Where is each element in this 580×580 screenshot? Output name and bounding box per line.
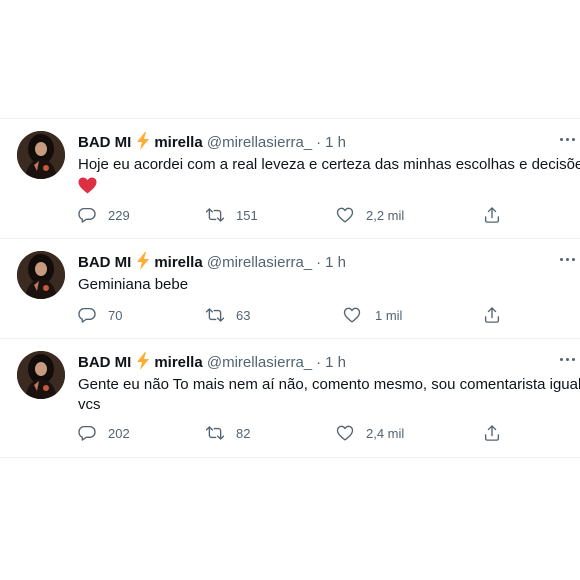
retweet-count: 63 xyxy=(236,307,251,323)
like-button[interactable]: 2,4 mil xyxy=(336,423,404,443)
like-count: 2,4 mil xyxy=(366,425,405,441)
tweet-actions: 229 151 2,2 mil xyxy=(78,205,580,225)
like-count: 2,2 mil xyxy=(366,207,405,223)
like-icon xyxy=(343,307,361,323)
separator-dot: · xyxy=(316,354,322,371)
retweet-button[interactable]: 63 xyxy=(206,305,250,325)
display-name[interactable]: BAD MI xyxy=(78,254,131,271)
tweet-text-line: Geminiana bebe xyxy=(78,276,189,293)
reply-button[interactable]: 229 xyxy=(78,205,130,225)
tweet[interactable]: BAD MI mirella @mirellasierra_ · 1 h Gente … xyxy=(0,339,580,458)
tweet-text: Gente eu não To mais nem aí não, comento… xyxy=(78,375,580,415)
reply-icon xyxy=(78,307,96,323)
tweet[interactable]: BAD MI mirella @mirellasierra_ · 1 h Gemini… xyxy=(0,239,580,339)
retweet-icon xyxy=(206,308,224,322)
reply-icon xyxy=(78,425,96,441)
more-icon[interactable] xyxy=(560,255,578,265)
retweet-count: 82 xyxy=(236,425,251,441)
lightning-emoji xyxy=(135,252,151,270)
display-name-2[interactable]: mirella xyxy=(154,134,202,151)
like-button[interactable]: 2,2 mil xyxy=(336,205,404,225)
user-handle[interactable]: @mirellasierra_ xyxy=(207,254,312,271)
tweet-header: BAD MI mirella @mirellasierra_ · 1 h xyxy=(78,132,540,153)
separator-dot: · xyxy=(316,254,322,271)
share-icon xyxy=(484,307,500,323)
retweet-button[interactable]: 82 xyxy=(206,423,250,443)
lightning-emoji xyxy=(135,352,151,370)
user-handle[interactable]: @mirellasierra_ xyxy=(207,354,312,371)
timestamp[interactable]: 1 h xyxy=(325,134,346,151)
timestamp[interactable]: 1 h xyxy=(325,254,346,271)
tweet-feed: BAD MI mirella @mirellasierra_ · 1 h Hoje e… xyxy=(0,118,580,458)
like-count: 1 mil xyxy=(375,307,403,323)
share-button[interactable] xyxy=(483,205,501,225)
display-name-2[interactable]: mirella xyxy=(154,254,202,271)
tweet[interactable]: BAD MI mirella @mirellasierra_ · 1 h Hoje e… xyxy=(0,119,580,239)
share-icon xyxy=(484,207,500,223)
like-icon xyxy=(336,425,354,441)
retweet-icon xyxy=(206,426,224,440)
tweet-header: BAD MI mirella @mirellasierra_ · 1 h xyxy=(78,252,540,273)
reply-icon xyxy=(78,207,96,223)
reply-count: 70 xyxy=(108,307,123,323)
avatar[interactable] xyxy=(17,131,65,179)
retweet-button[interactable]: 151 xyxy=(206,205,258,225)
avatar[interactable] xyxy=(17,351,65,399)
red-heart-emoji xyxy=(78,175,580,200)
avatar[interactable] xyxy=(17,251,65,299)
share-button[interactable] xyxy=(483,305,501,325)
tweet-text: Hoje eu acordei com a real leveza e cert… xyxy=(78,155,580,200)
reply-button[interactable]: 70 xyxy=(78,305,122,325)
tweet-text-line: Hoje eu acordei com a real leveza e cert… xyxy=(78,156,580,173)
lightning-emoji xyxy=(135,132,151,150)
display-name-2[interactable]: mirella xyxy=(154,354,202,371)
like-icon xyxy=(336,207,354,223)
tweet-text-line: vcs xyxy=(78,396,101,413)
more-icon[interactable] xyxy=(560,355,578,365)
tweet-text-line: Gente eu não To mais nem aí não, comento… xyxy=(78,376,580,393)
tweet-actions: 70 63 1 mil xyxy=(78,305,580,325)
retweet-count: 151 xyxy=(236,207,258,223)
display-name[interactable]: BAD MI xyxy=(78,354,131,371)
tweet-actions: 202 82 2,4 mil xyxy=(78,423,580,443)
user-handle[interactable]: @mirellasierra_ xyxy=(207,134,312,151)
reply-count: 202 xyxy=(108,425,130,441)
like-button[interactable]: 1 mil xyxy=(343,305,402,325)
display-name[interactable]: BAD MI xyxy=(78,134,131,151)
separator-dot: · xyxy=(316,134,322,151)
reply-count: 229 xyxy=(108,207,130,223)
timestamp[interactable]: 1 h xyxy=(325,354,346,371)
tweet-header: BAD MI mirella @mirellasierra_ · 1 h xyxy=(78,352,540,373)
reply-button[interactable]: 202 xyxy=(78,423,130,443)
tweet-text: Geminiana bebe xyxy=(78,275,580,295)
more-icon[interactable] xyxy=(560,135,578,145)
share-icon xyxy=(484,425,500,441)
retweet-icon xyxy=(206,208,224,222)
share-button[interactable] xyxy=(483,423,501,443)
